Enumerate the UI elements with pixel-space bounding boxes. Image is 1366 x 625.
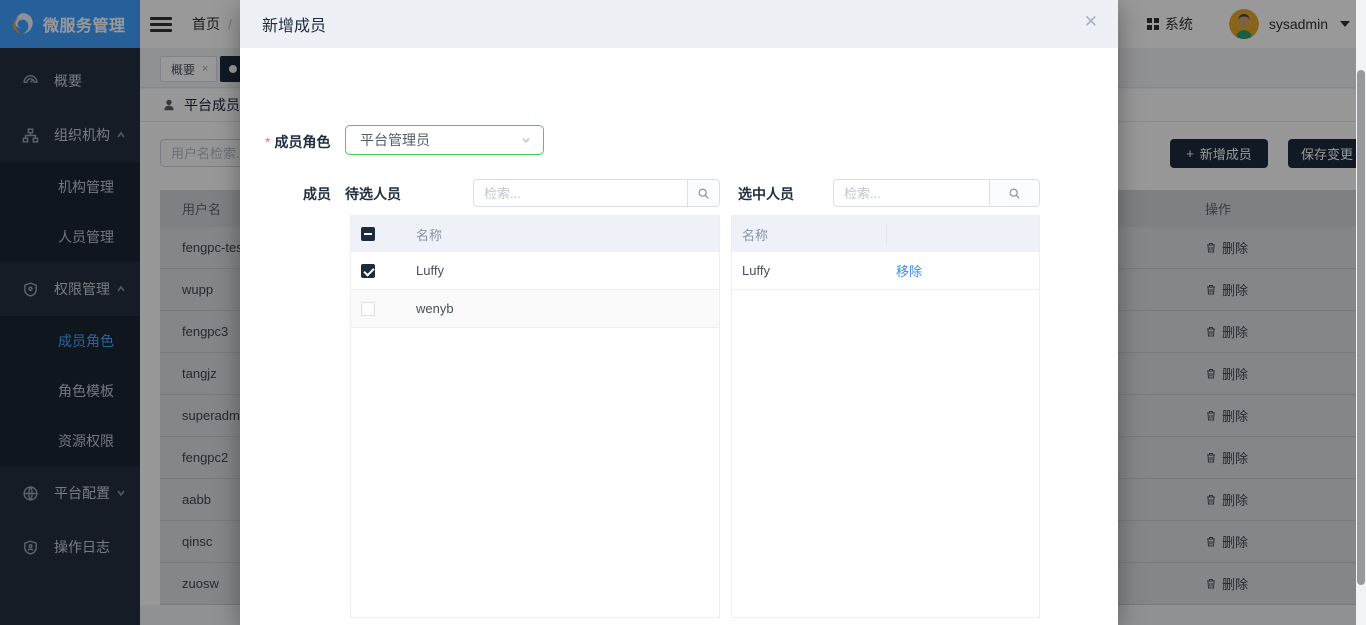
candidates-search-input[interactable] xyxy=(473,179,687,207)
name-column-header: 名称 xyxy=(732,225,768,244)
role-label-text: 成员角色 xyxy=(274,134,330,150)
candidate-row: wenyb xyxy=(351,290,719,328)
search-icon xyxy=(697,187,710,200)
selected-search-input[interactable] xyxy=(833,179,989,207)
select-all-checkbox[interactable] xyxy=(361,227,375,241)
screen: 微服务管理 概要 组织机构 机构管理 人员管理 权限管理 成员角色 xyxy=(0,0,1366,625)
name-column-header: 名称 xyxy=(384,225,442,244)
scrollbar-thumb[interactable] xyxy=(1357,70,1365,585)
candidates-header-row: 名称 xyxy=(351,216,719,252)
candidates-search-button[interactable] xyxy=(687,179,720,207)
row-checkbox[interactable] xyxy=(361,264,375,278)
candidate-name: wenyb xyxy=(384,301,454,316)
role-field-label: *成员角色 xyxy=(265,132,330,152)
required-asterisk: * xyxy=(265,134,270,150)
close-icon[interactable]: ✕ xyxy=(1084,13,1098,30)
column-divider xyxy=(886,224,887,244)
members-field-label: 成员 xyxy=(303,184,331,204)
candidates-panel-title: 待选人员 xyxy=(345,184,401,204)
selected-search-group xyxy=(833,179,1040,207)
selected-search-button[interactable] xyxy=(989,179,1040,207)
role-select-value: 平台管理员 xyxy=(360,130,430,150)
selected-row: Luffy 移除 xyxy=(732,252,1039,290)
row-checkbox[interactable] xyxy=(361,302,375,316)
dialog-body: *成员角色 平台管理员 成员 待选人员 名称 Luffy xyxy=(240,48,1118,625)
selected-name: Luffy xyxy=(732,263,770,278)
candidate-name: Luffy xyxy=(384,263,444,278)
dialog-title: 新增成员 xyxy=(262,12,326,36)
search-icon xyxy=(1008,187,1021,200)
role-select[interactable]: 平台管理员 xyxy=(345,125,544,155)
selected-panel-title: 选中人员 xyxy=(738,184,794,204)
page-scrollbar[interactable] xyxy=(1356,0,1366,625)
add-member-dialog: 新增成员 ✕ *成员角色 平台管理员 成员 待选人员 名称 xyxy=(240,0,1118,625)
selected-table: 名称 Luffy 移除 xyxy=(731,215,1040,618)
candidate-row: Luffy xyxy=(351,252,719,290)
remove-link[interactable]: 移除 xyxy=(896,261,922,280)
candidates-table: 名称 Luffy wenyb xyxy=(350,215,720,618)
dialog-header: 新增成员 ✕ xyxy=(240,0,1118,48)
selected-header-row: 名称 xyxy=(732,216,1039,252)
chevron-down-icon xyxy=(521,135,531,145)
candidates-search-group xyxy=(473,179,720,207)
